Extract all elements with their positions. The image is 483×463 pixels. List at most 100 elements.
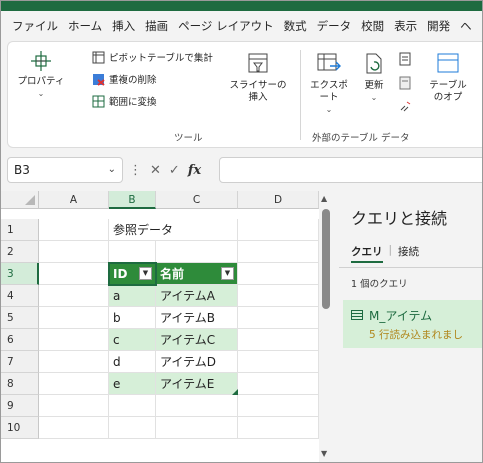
scroll-down-icon[interactable]: ▼ bbox=[321, 449, 327, 458]
cell-b9[interactable] bbox=[109, 395, 156, 417]
cell-d9[interactable] bbox=[238, 395, 319, 417]
export-button[interactable]: エクスポート ⌄ bbox=[306, 52, 352, 116]
table-cell[interactable]: アイテムB bbox=[156, 307, 238, 329]
vertical-scrollbar[interactable]: ▲ ▼ bbox=[319, 191, 333, 462]
pivot-summary-button[interactable]: ピボットテーブルで集計 bbox=[92, 50, 213, 64]
remove-duplicates-button[interactable]: 重複の削除 bbox=[92, 72, 157, 86]
insert-function-button[interactable]: fx bbox=[188, 163, 201, 178]
tab-queries[interactable]: クエリ bbox=[351, 244, 383, 263]
cell-a5[interactable] bbox=[39, 307, 109, 329]
tab-help[interactable]: ヘ bbox=[455, 11, 477, 41]
cell-d7[interactable] bbox=[238, 351, 319, 373]
scroll-up-icon[interactable]: ▲ bbox=[321, 194, 327, 203]
cell-d5[interactable] bbox=[238, 307, 319, 329]
cell-a8[interactable] bbox=[39, 373, 109, 395]
open-in-browser-icon[interactable] bbox=[398, 76, 412, 93]
tab-view[interactable]: 表示 bbox=[389, 11, 422, 41]
row-header-4[interactable]: 4 bbox=[1, 285, 39, 307]
convert-to-range-button[interactable]: 範囲に変換 bbox=[92, 94, 157, 108]
filter-dropdown-icon[interactable]: ▼ bbox=[139, 267, 152, 280]
unlink-icon[interactable] bbox=[398, 100, 412, 117]
table-header-id[interactable]: ID ▼ bbox=[109, 263, 156, 285]
formula-input[interactable] bbox=[219, 157, 482, 183]
convert-to-range-label: 範囲に変換 bbox=[109, 97, 157, 108]
table-resize-handle[interactable] bbox=[232, 389, 238, 395]
cell-a1[interactable] bbox=[39, 219, 109, 241]
cell-a10[interactable] bbox=[39, 417, 109, 439]
row-header-10[interactable]: 10 bbox=[1, 417, 39, 439]
table-cell[interactable]: e bbox=[109, 373, 156, 395]
row-header-1[interactable]: 1 bbox=[1, 219, 39, 241]
more-icon[interactable]: ⋮ bbox=[129, 163, 142, 178]
slicer-icon bbox=[248, 53, 268, 73]
table-cell[interactable]: アイテムC bbox=[156, 329, 238, 351]
tab-connections[interactable]: 接続 bbox=[398, 244, 419, 263]
tab-data[interactable]: データ bbox=[312, 11, 357, 41]
table-cell[interactable]: d bbox=[109, 351, 156, 373]
properties-button[interactable]: プロパティ ⌄ bbox=[14, 50, 68, 100]
table-header-name[interactable]: 名前 ▼ bbox=[156, 263, 238, 285]
tab-review[interactable]: 校閲 bbox=[356, 11, 389, 41]
column-header-a[interactable]: A bbox=[39, 191, 109, 209]
tab-home[interactable]: ホーム bbox=[63, 11, 107, 41]
row-header-8[interactable]: 8 bbox=[1, 373, 39, 395]
table-cell[interactable]: b bbox=[109, 307, 156, 329]
tab-page-layout[interactable]: ページ レイアウト bbox=[173, 11, 278, 41]
cell-a2[interactable] bbox=[39, 241, 109, 263]
cell-d3[interactable] bbox=[238, 263, 319, 285]
table-cell[interactable]: c bbox=[109, 329, 156, 351]
row-header-6[interactable]: 6 bbox=[1, 329, 39, 351]
row-header-5[interactable]: 5 bbox=[1, 307, 39, 329]
enter-icon[interactable]: ✓ bbox=[169, 163, 180, 178]
row-header-3[interactable]: 3 bbox=[1, 263, 39, 285]
table-cell[interactable]: アイテムA bbox=[156, 285, 238, 307]
column-header-c[interactable]: C bbox=[156, 191, 238, 209]
cell-d10[interactable] bbox=[238, 417, 319, 439]
cell-d2[interactable] bbox=[238, 241, 319, 263]
row-header-7[interactable]: 7 bbox=[1, 351, 39, 373]
cell-a9[interactable] bbox=[39, 395, 109, 417]
cell-d1[interactable] bbox=[238, 219, 319, 241]
cancel-icon[interactable]: ✕ bbox=[150, 163, 161, 178]
table-cell[interactable]: アイテムE bbox=[156, 373, 238, 395]
tab-developer[interactable]: 開発 bbox=[422, 11, 455, 41]
cell-a6[interactable] bbox=[39, 329, 109, 351]
filter-dropdown-icon[interactable]: ▼ bbox=[221, 267, 234, 280]
query-name: M_アイテム bbox=[369, 309, 433, 323]
refresh-button[interactable]: 更新 ⌄ bbox=[354, 52, 394, 104]
ribbon-tabs: ファイル ホーム 挿入 描画 ページ レイアウト 数式 データ 校閲 表示 開発… bbox=[1, 11, 482, 41]
cell-b1[interactable]: 参照データ bbox=[109, 219, 238, 241]
export-icon bbox=[317, 53, 341, 71]
tab-insert[interactable]: 挿入 bbox=[107, 11, 140, 41]
cell-c10[interactable] bbox=[156, 417, 238, 439]
query-item[interactable]: M_アイテム 5 行読み込まれまし bbox=[343, 300, 482, 348]
name-box[interactable]: B3 ⌄ bbox=[7, 157, 123, 183]
cell-b2[interactable] bbox=[109, 241, 156, 263]
table-style-options-button[interactable]: テーブル のオプ bbox=[418, 52, 478, 104]
tab-draw[interactable]: 描画 bbox=[140, 11, 173, 41]
row-header-2[interactable]: 2 bbox=[1, 241, 39, 263]
tab-formulas[interactable]: 数式 bbox=[279, 11, 312, 41]
table-cell[interactable]: a bbox=[109, 285, 156, 307]
table-cell[interactable]: アイテムD bbox=[156, 351, 238, 373]
properties-small-icon[interactable] bbox=[398, 52, 412, 69]
external-data-group-label: 外部のテーブル データ bbox=[312, 133, 410, 144]
column-header-d[interactable]: D bbox=[238, 191, 319, 209]
cell-d6[interactable] bbox=[238, 329, 319, 351]
cell-a3[interactable] bbox=[39, 263, 109, 285]
tab-file[interactable]: ファイル bbox=[7, 11, 63, 41]
cell-c9[interactable] bbox=[156, 395, 238, 417]
cell-d4[interactable] bbox=[238, 285, 319, 307]
cell-b10[interactable] bbox=[109, 417, 156, 439]
cell-a4[interactable] bbox=[39, 285, 109, 307]
export-label: エクスポート bbox=[310, 80, 348, 103]
chevron-down-icon[interactable]: ⌄ bbox=[108, 158, 116, 182]
row-header-9[interactable]: 9 bbox=[1, 395, 39, 417]
column-header-b[interactable]: B bbox=[109, 191, 156, 209]
insert-slicer-button[interactable]: スライサーの 挿入 bbox=[228, 52, 288, 104]
select-all-button[interactable] bbox=[1, 191, 39, 209]
cell-d8[interactable] bbox=[238, 373, 319, 395]
cell-c2[interactable] bbox=[156, 241, 238, 263]
cell-a7[interactable] bbox=[39, 351, 109, 373]
scroll-thumb[interactable] bbox=[322, 209, 330, 309]
